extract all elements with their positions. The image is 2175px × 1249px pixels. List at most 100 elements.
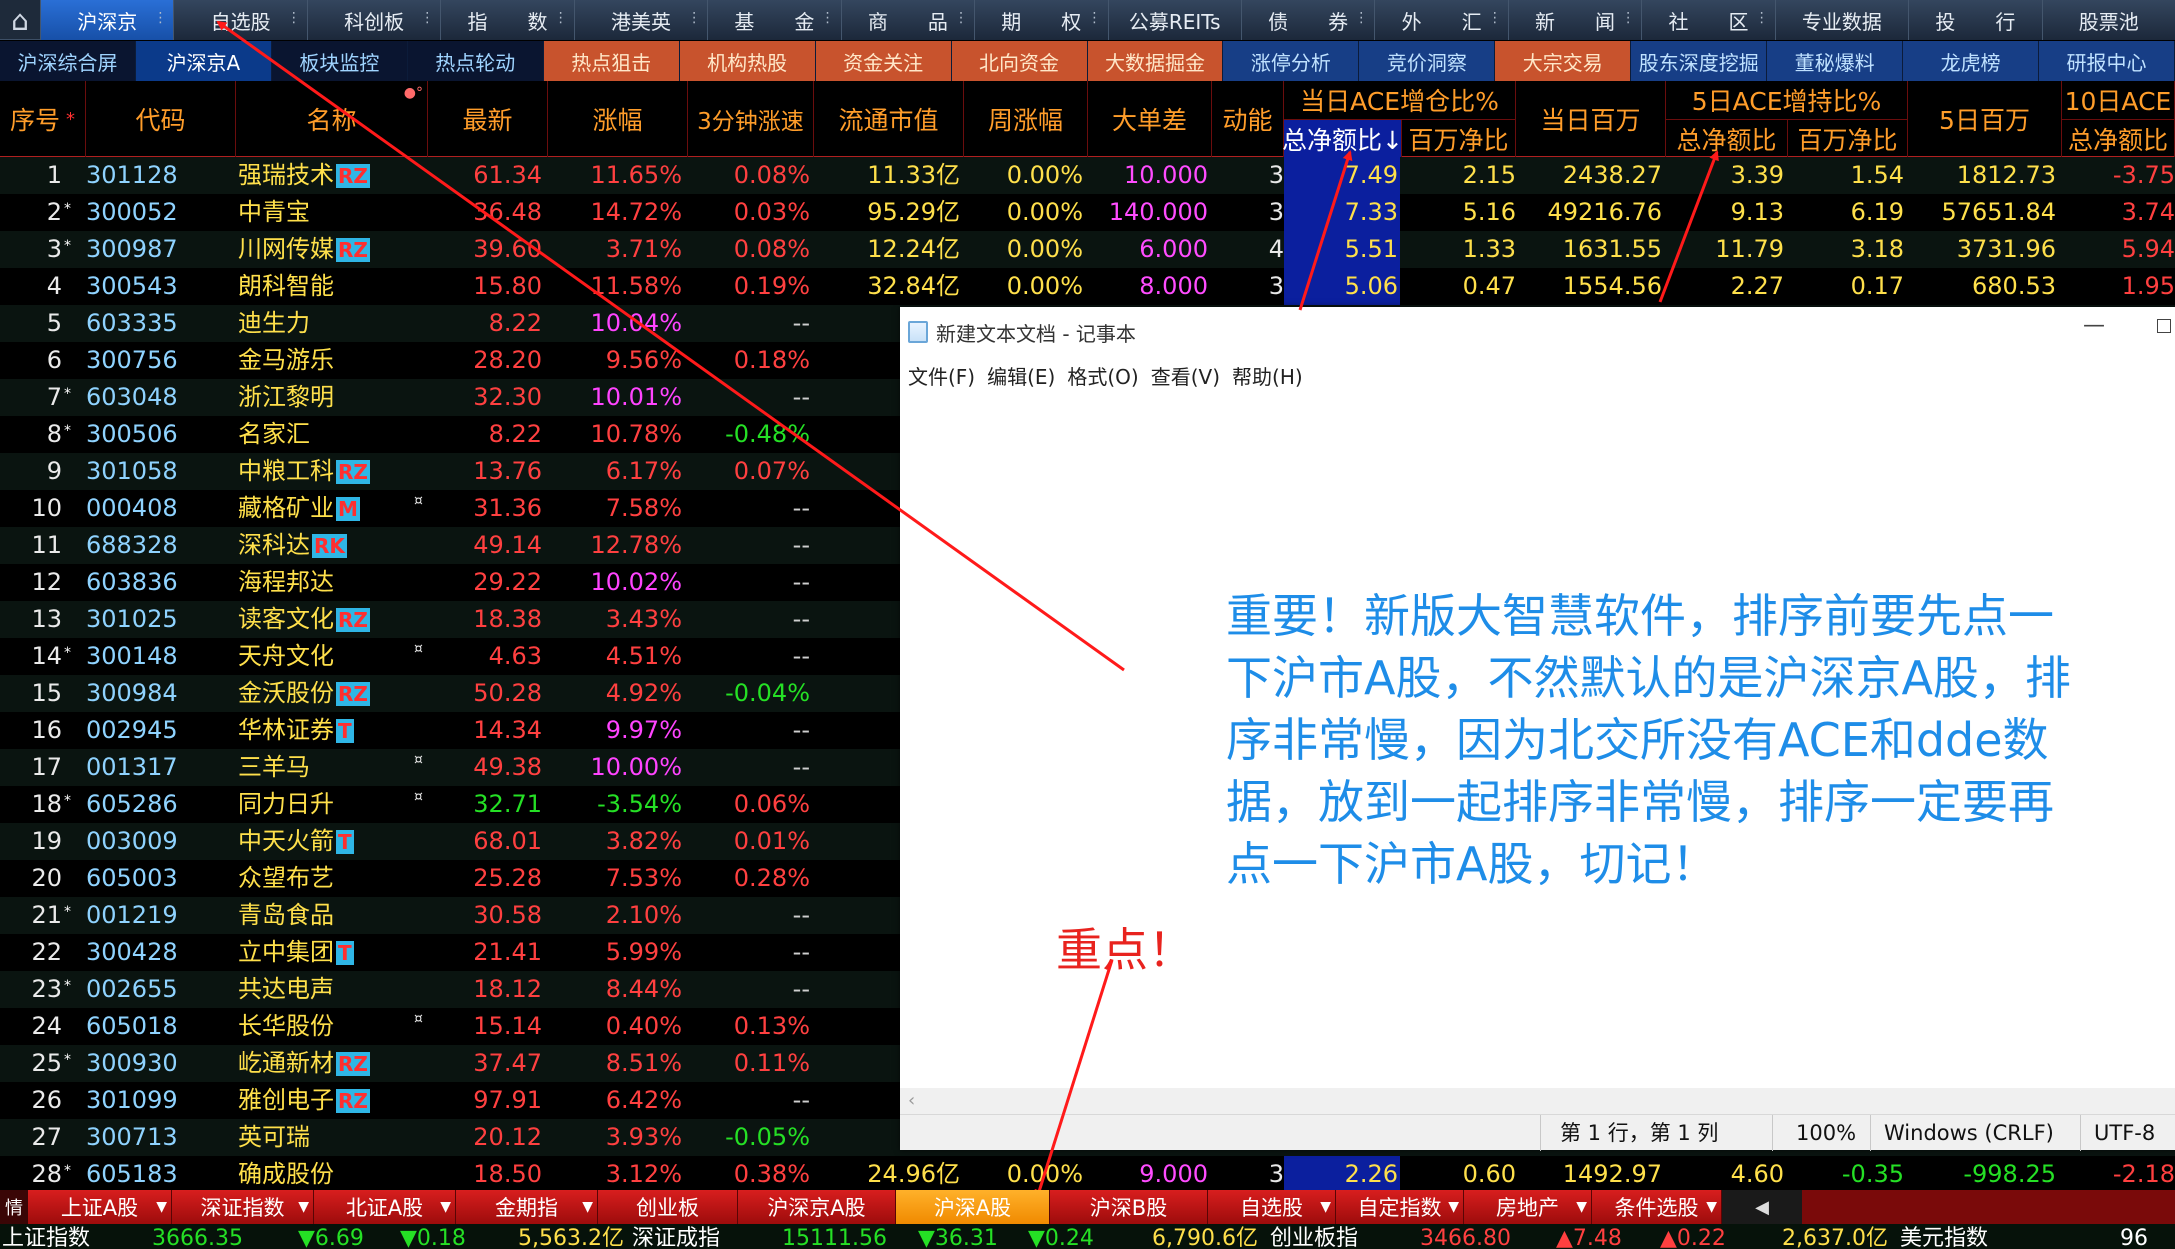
header-week-change[interactable]: 周涨幅 xyxy=(964,81,1088,157)
horizontal-scrollbar[interactable]: ‹ xyxy=(900,1088,2175,1114)
top-nav-tab[interactable]: 债 券 ⋮ xyxy=(1240,0,1375,40)
stock-name[interactable]: 藏格矿业 M xyxy=(238,490,418,527)
stock-name[interactable]: 三羊马 xyxy=(238,749,418,786)
maximize-icon[interactable] xyxy=(2157,319,2171,333)
table-row[interactable]: 1 301128 61.34 11.65% 0.08% 11.33亿 0.00% 10.000… xyxy=(0,157,2175,194)
header-ace-5d-net-ratio[interactable]: 总净额比 xyxy=(1666,119,1788,157)
stock-name[interactable]: 强瑞技术 RZ xyxy=(238,157,418,194)
notepad-menu-item[interactable]: 查看(V) xyxy=(1151,361,1220,390)
stock-name[interactable]: 天舟文化 xyxy=(238,638,418,675)
top-nav-tab[interactable]: 港美英 ⋮ xyxy=(573,0,708,40)
stock-name[interactable]: 确成股份 xyxy=(238,1156,418,1193)
top-nav-tab[interactable]: 股票池 xyxy=(2041,0,2175,40)
stock-name[interactable]: 金马游乐 xyxy=(238,342,418,379)
header-ace-5d-million-ratio[interactable]: 百万净比 xyxy=(1788,119,1908,157)
header-index[interactable]: 序号 * xyxy=(0,81,86,157)
stock-name[interactable]: 海程邦达 xyxy=(238,564,418,601)
stock-name[interactable]: 名家汇 xyxy=(238,416,418,453)
market-tab[interactable]: 自选股 ▼ xyxy=(1208,1190,1336,1224)
market-tab[interactable]: 房地产 ▼ xyxy=(1464,1190,1592,1224)
sub-nav-tab[interactable]: 研报中心 xyxy=(2039,41,2175,81)
notepad-titlebar[interactable]: 新建文本文档 - 记事本 — xyxy=(900,307,2175,357)
market-tabs-handle[interactable]: 情 xyxy=(0,1190,28,1224)
notepad-menu-item[interactable]: 文件(F) xyxy=(908,361,975,390)
header-code[interactable]: 代码 xyxy=(86,81,236,157)
stock-name[interactable]: 中青宝 xyxy=(238,194,418,231)
stock-name[interactable]: 浙江黎明 xyxy=(238,379,418,416)
sub-nav-tab[interactable]: 资金关注 xyxy=(815,41,952,81)
table-row[interactable]: 4 300543 15.80 11.58% 0.19% 32.84亿 0.00% 8.000 3… xyxy=(0,268,2175,305)
stock-name[interactable]: 众望布艺 xyxy=(238,860,418,897)
top-nav-tab[interactable]: 新 闻 ⋮ xyxy=(1507,0,1642,40)
stock-name[interactable]: 屹通新材 RZ xyxy=(238,1045,418,1082)
header-big-order[interactable]: 大单差 xyxy=(1088,81,1212,157)
header-name[interactable]: 名称 ●° xyxy=(236,81,428,157)
stock-name[interactable]: 中天火箭 T xyxy=(238,823,418,860)
notepad-menu-item[interactable]: 编辑(E) xyxy=(987,361,1055,390)
market-tab[interactable]: 自定指数 ▼ xyxy=(1336,1190,1464,1224)
top-nav-tab[interactable]: 商 品 ⋮ xyxy=(840,0,975,40)
sub-nav-tab[interactable]: 沪深京A xyxy=(135,41,272,81)
sub-nav-tab[interactable]: 涨停分析 xyxy=(1223,41,1360,81)
stock-name[interactable]: 川网传媒 RZ xyxy=(238,231,418,268)
header-ace-10d-net-ratio[interactable]: 总净额比 xyxy=(2062,119,2175,157)
minimize-icon[interactable]: — xyxy=(2083,313,2105,338)
sub-nav-tab[interactable]: 热点轮动 xyxy=(408,41,544,81)
top-nav-tab[interactable]: 专业数据 xyxy=(1774,0,1909,40)
sub-nav-tab[interactable]: 大数据掘金 xyxy=(1087,41,1224,81)
stock-name[interactable]: 青岛食品 xyxy=(238,897,418,934)
market-tab[interactable]: 沪深京A股 xyxy=(738,1190,896,1224)
header-million-today[interactable]: 当日百万 xyxy=(1516,81,1666,157)
top-nav-tab[interactable]: 基 金 ⋮ xyxy=(707,0,841,40)
sub-nav-tab[interactable]: 沪深综合屏 xyxy=(0,41,136,81)
table-row[interactable]: 28 * 605183 18.50 3.12% 0.38% 24.96亿 0.00% 9.000… xyxy=(0,1156,2175,1193)
table-row[interactable]: 3 * 300987 39.60 3.71% 0.08% 12.24亿 0.00% 6.000 4… xyxy=(0,231,2175,268)
sub-nav-tab[interactable]: 股东深度挖掘 xyxy=(1631,41,1768,81)
stock-name[interactable]: 长华股份 xyxy=(238,1008,418,1045)
stock-name[interactable]: 共达电声 xyxy=(238,971,418,1008)
header-ace-today-million-ratio[interactable]: 百万净比 xyxy=(1402,119,1516,157)
market-tab[interactable]: 深证指数 ▼ xyxy=(172,1190,314,1224)
stock-name[interactable]: 朗科智能 xyxy=(238,268,418,305)
sub-nav-tab[interactable]: 板块监控 xyxy=(272,41,408,81)
tabs-scroll-left-icon[interactable]: ◀ xyxy=(1722,1190,1802,1224)
market-tab[interactable]: 沪深A股 xyxy=(896,1190,1050,1224)
stock-name[interactable]: 立中集团 T xyxy=(238,934,418,971)
header-market-cap[interactable]: 流通市值 xyxy=(814,81,964,157)
header-speed[interactable]: 3分钟涨速 xyxy=(688,81,814,157)
market-tab[interactable]: 沪深B股 xyxy=(1050,1190,1208,1224)
sub-nav-tab[interactable]: 董秘爆料 xyxy=(1767,41,1904,81)
top-nav-tab[interactable]: 外 汇 ⋮ xyxy=(1374,0,1508,40)
header-price[interactable]: 最新 xyxy=(428,81,548,157)
header-million-5d[interactable]: 5日百万 xyxy=(1908,81,2062,157)
notepad-menu-item[interactable]: 帮助(H) xyxy=(1232,361,1303,390)
top-nav-tab[interactable]: 投 行 xyxy=(1908,0,2042,40)
top-nav-tab[interactable]: 指 数 ⋮ xyxy=(440,0,574,40)
top-nav-tab[interactable]: 公募REITs xyxy=(1107,0,1241,40)
notepad-menu-item[interactable]: 格式(O) xyxy=(1067,361,1138,390)
sub-nav-tab[interactable]: 热点狙击 xyxy=(543,41,680,81)
sub-nav-tab[interactable]: 龙虎榜 xyxy=(1903,41,2040,81)
header-momentum[interactable]: 动能 xyxy=(1212,81,1284,157)
market-tab[interactable]: 金期指 ▼ xyxy=(456,1190,598,1224)
market-tab[interactable]: 创业板 xyxy=(598,1190,738,1224)
stock-name[interactable]: 华林证券 T xyxy=(238,712,418,749)
stock-name[interactable]: 读客文化 RZ xyxy=(238,601,418,638)
stock-name[interactable]: 英可瑞 xyxy=(238,1119,418,1156)
header-ace-today-net-ratio[interactable]: 总净额比↓ xyxy=(1282,119,1403,157)
stock-name[interactable]: 同力日升 xyxy=(238,786,418,823)
header-change[interactable]: 涨幅 xyxy=(548,81,688,157)
market-tab[interactable]: 北证A股 ▼ xyxy=(314,1190,456,1224)
stock-name[interactable]: 雅创电子 RZ xyxy=(238,1082,418,1119)
sub-nav-tab[interactable]: 机构热股 xyxy=(679,41,816,81)
stock-name[interactable]: 迪生力 xyxy=(238,305,418,342)
stock-name[interactable]: 中粮工科 RZ xyxy=(238,453,418,490)
sub-nav-tab[interactable]: 大宗交易 xyxy=(1495,41,1632,81)
top-nav-tab[interactable]: 社 区 ⋮ xyxy=(1641,0,1775,40)
sub-nav-tab[interactable]: 竞价洞察 xyxy=(1359,41,1496,81)
top-nav-tab[interactable]: 自选股 ⋮ xyxy=(173,0,307,40)
notepad-text-content[interactable]: 重要！新版大智慧软件，排序前要先点一下沪市A股，不然默认的是沪深京A股，排序非常… xyxy=(1226,585,2086,895)
market-tab[interactable]: 上证A股 ▼ xyxy=(28,1190,172,1224)
market-tab[interactable]: 条件选股 ▼ xyxy=(1592,1190,1722,1224)
top-nav-tab[interactable]: 期 权 ⋮ xyxy=(974,0,1108,40)
